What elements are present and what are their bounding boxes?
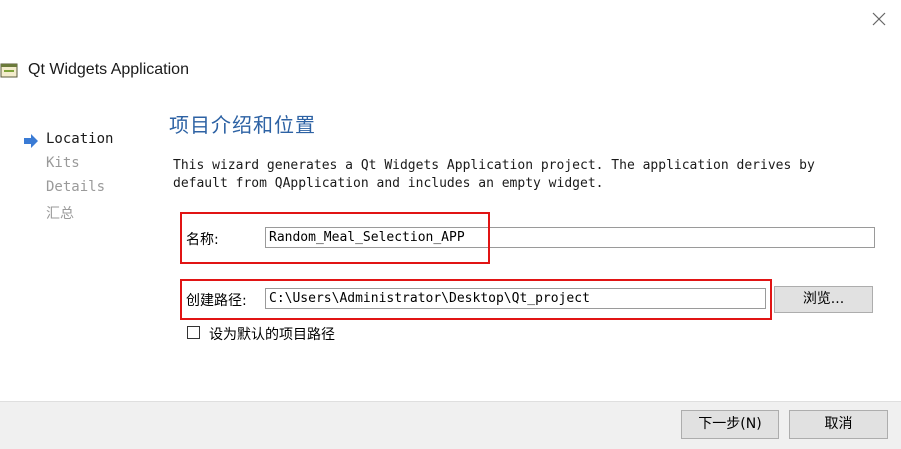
step-location: Location (46, 131, 114, 147)
close-icon (872, 12, 886, 26)
close-button[interactable] (866, 6, 892, 32)
default-path-checkbox[interactable] (187, 326, 200, 339)
next-button[interactable]: 下一步(N) (681, 410, 779, 439)
step-details: Details (46, 179, 106, 195)
name-highlight-box (180, 212, 490, 264)
page-description: This wizard generates a Qt Widgets Appli… (173, 158, 815, 191)
default-path-label: 设为默认的项目路径 (209, 327, 335, 343)
path-highlight-box (180, 279, 772, 320)
qt-app-window-icon (0, 61, 18, 79)
page-title: 项目介绍和位置 (169, 113, 316, 137)
current-step-arrow-icon (23, 133, 39, 148)
cancel-button[interactable]: 取消 (789, 410, 888, 439)
step-summary: 汇总 (46, 206, 74, 222)
window-title: Qt Widgets Application (28, 61, 189, 78)
step-kits: Kits (46, 155, 80, 171)
browse-button[interactable]: 浏览... (774, 286, 873, 313)
